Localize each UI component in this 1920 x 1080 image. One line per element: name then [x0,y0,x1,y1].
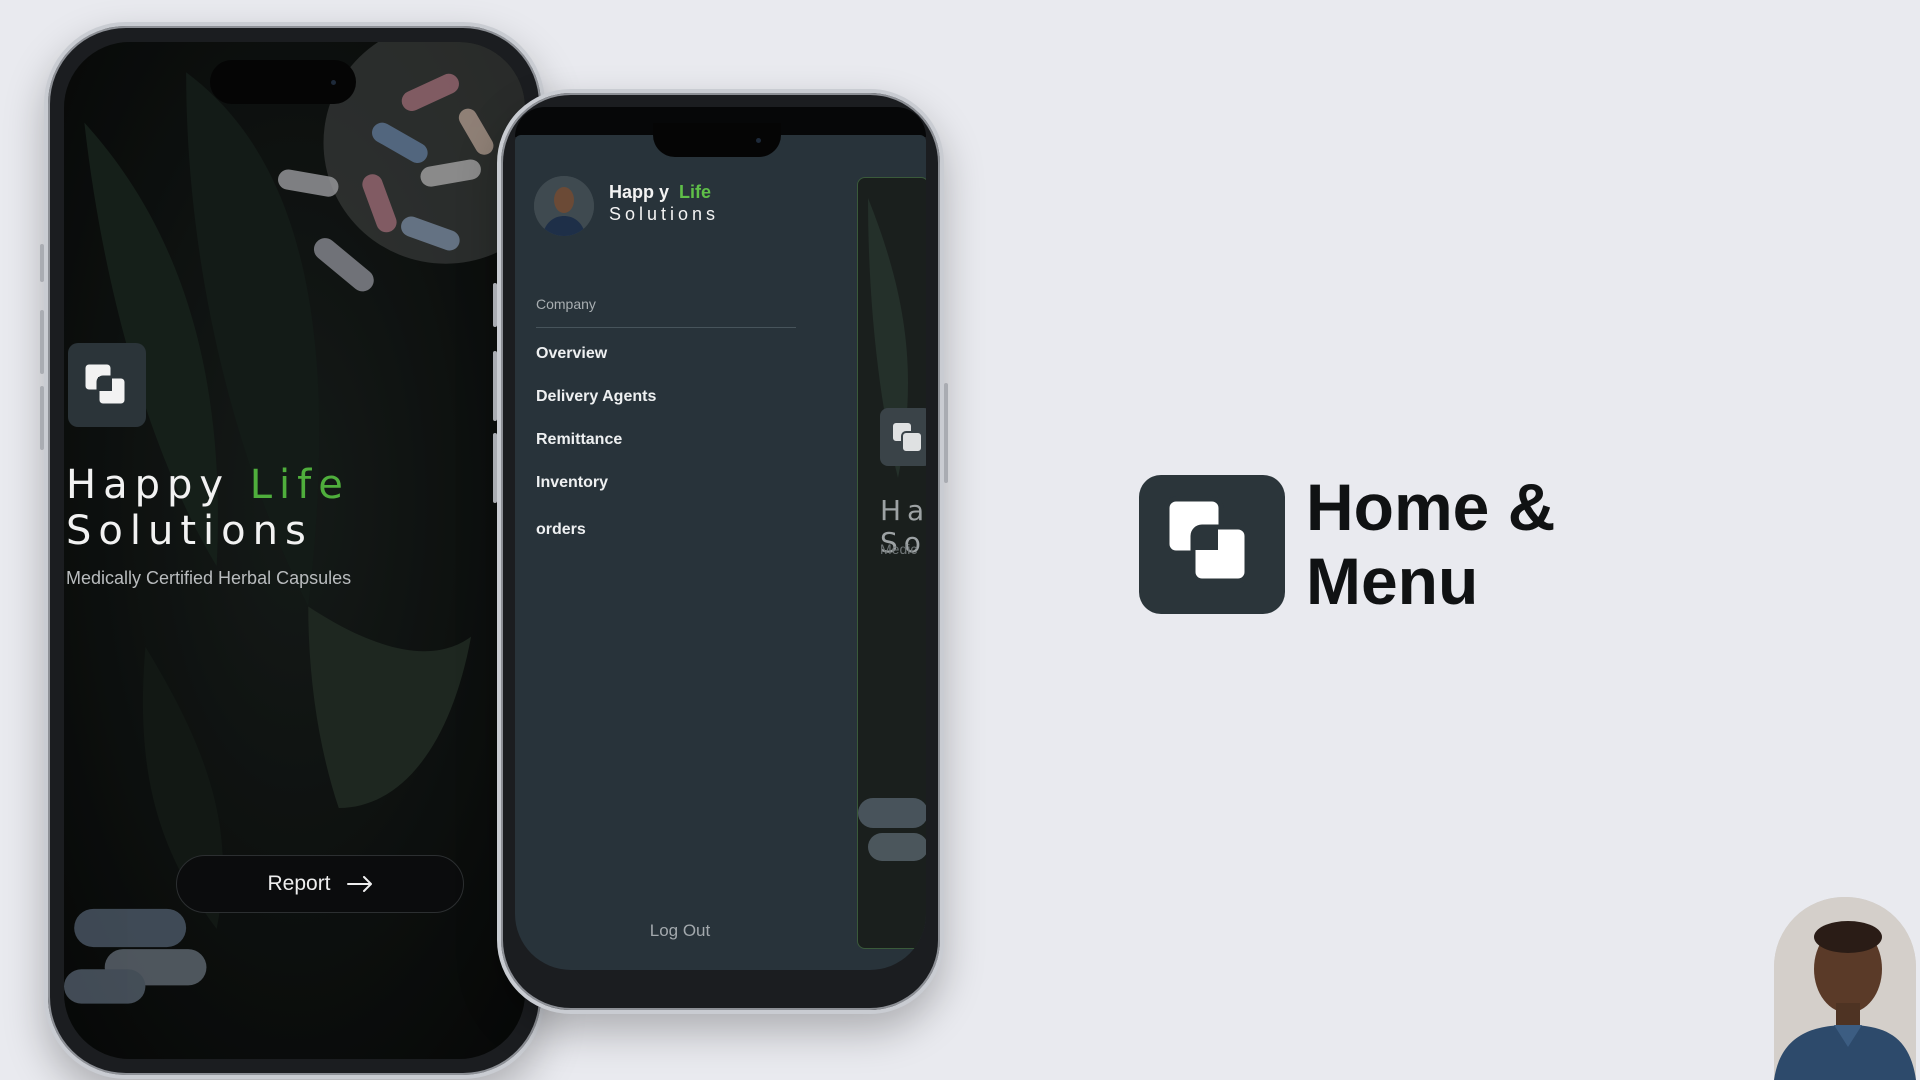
menu-brand-word-life: Life [679,182,712,202]
slide-canvas: Happy Life Solutions Medically Certified… [0,0,1920,1080]
avatar[interactable] [534,176,594,236]
home-brand-title: Happy Life Solutions [66,462,350,554]
brand-word-happy: Happy [66,462,231,508]
menu-item-overview[interactable]: Overview [536,345,607,363]
report-button[interactable]: Report [176,855,464,913]
notch [653,123,781,157]
brand-word-solutions: Solutions [66,508,313,554]
section-divider [536,327,796,328]
overlapping-squares-icon [891,421,923,453]
presenter-image [1774,897,1916,1080]
app-logo-tile [68,343,146,427]
slide-title-line2: Menu [1306,544,1479,618]
volume-up-button [40,310,44,374]
menu-item-orders[interactable]: orders [536,521,586,539]
mute-switch [40,244,44,282]
section-label-company: Company [536,296,596,312]
brand-word-life: Life [249,462,350,508]
home-screen-peek[interactable]: Ha So Medic [857,177,926,949]
volume-down-button [493,433,497,503]
menu-brand-title: Happ y Life Solutions [609,181,719,225]
camera-dot [756,138,761,143]
slide-title-line1: Home & [1306,470,1556,544]
menu-item-inventory[interactable]: Inventory [536,474,608,492]
logout-button[interactable]: Log Out [515,921,845,941]
peek-subtitle: Medic [880,541,918,557]
menu-brand-word-happy: Happ y [609,182,670,202]
arrow-right-icon [346,876,372,892]
home-subtitle: Medically Certified Herbal Capsules [66,568,352,588]
menu-screen: Ha So Medic Happ y Life Solutions Company [515,135,926,970]
peek-title-line1: Ha [880,494,926,527]
home-screen: Happy Life Solutions Medically Certified… [64,42,525,1059]
home-phone-frame: Happy Life Solutions Medically Certified… [40,22,545,1079]
overlapping-squares-icon [82,361,128,407]
slide-title: Home & Menu [1306,470,1726,618]
large-logo-tile [1139,475,1285,614]
user-photo [534,176,594,236]
report-button-label: Report [267,872,331,895]
menu-item-remittance[interactable]: Remittance [536,431,622,449]
camera-dot [331,80,336,85]
volume-down-button [40,386,44,450]
menu-phone-frame: Ha So Medic Happ y Life Solutions Company [493,89,948,1014]
power-button [944,383,948,483]
menu-brand-word-solutions: Solutions [609,204,720,224]
menu-item-delivery-agents[interactable]: Delivery Agents [536,388,656,406]
peek-background-image [858,198,926,861]
peek-logo-tile [880,408,926,466]
overlapping-squares-icon [1164,496,1250,584]
volume-up-button [493,351,497,421]
dynamic-island [210,60,356,104]
mute-switch [493,283,497,327]
presenter-photo [1774,897,1916,1080]
